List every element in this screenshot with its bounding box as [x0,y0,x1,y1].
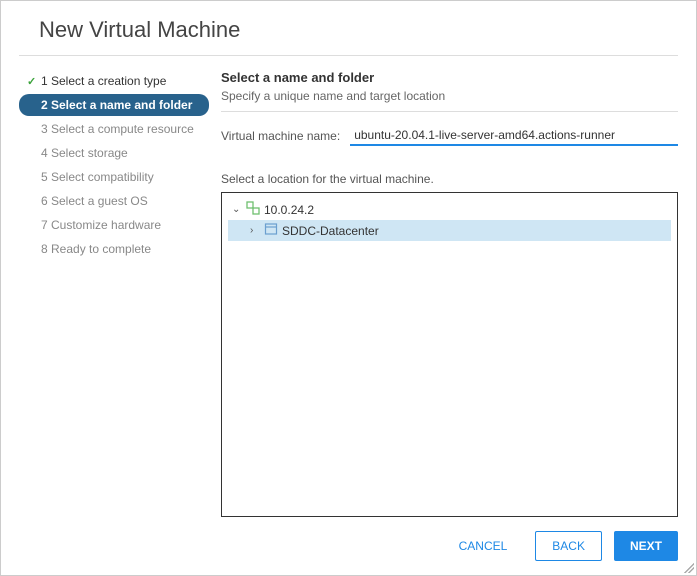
back-button[interactable]: BACK [535,531,602,561]
dialog-footer: CANCEL BACK NEXT [1,517,696,575]
panel-title: Select a name and folder [221,70,678,85]
step-label: 6 Select a guest OS [41,194,148,208]
tree-datacenter[interactable]: › SDDC-Datacenter [228,220,671,241]
step-label: 5 Select compatibility [41,170,154,184]
step-4: 4 Select storage [19,142,209,164]
step-8: 8 Ready to complete [19,238,209,260]
dialog-title: New Virtual Machine [39,17,658,43]
step-2[interactable]: 2 Select a name and folder [19,94,209,116]
step-label: 8 Ready to complete [41,242,151,256]
step-label: 3 Select a compute resource [41,122,194,136]
cancel-button[interactable]: CANCEL [443,531,524,561]
step-label: 7 Customize hardware [41,218,161,232]
resize-handle[interactable] [684,563,694,573]
wizard-steps: ✓ 1 Select a creation type 2 Select a na… [19,70,209,517]
step-label: 4 Select storage [41,146,128,160]
chevron-down-icon[interactable]: ⌄ [232,204,242,215]
tree-root-label: 10.0.24.2 [264,203,314,217]
step-label: 2 Select a name and folder [41,98,192,112]
vm-name-label: Virtual machine name: [221,129,340,143]
location-label: Select a location for the virtual machin… [221,172,678,186]
main-panel: Select a name and folder Specify a uniqu… [209,70,678,517]
divider [221,111,678,112]
step-5: 5 Select compatibility [19,166,209,188]
vm-name-row: Virtual machine name: [221,126,678,146]
chevron-right-icon[interactable]: › [250,225,260,236]
dialog-body: ✓ 1 Select a creation type 2 Select a na… [1,56,696,517]
vm-name-input[interactable] [350,126,678,146]
step-3: 3 Select a compute resource [19,118,209,140]
next-button[interactable]: NEXT [614,531,678,561]
step-1[interactable]: ✓ 1 Select a creation type [19,70,209,92]
new-vm-dialog: New Virtual Machine ✓ 1 Select a creatio… [0,0,697,576]
tree-root[interactable]: ⌄ 10.0.24.2 [228,199,671,220]
location-tree[interactable]: ⌄ 10.0.24.2 › SDDC-Datacenter [221,192,678,517]
dialog-header: New Virtual Machine [19,1,678,56]
datacenter-icon [264,222,278,239]
check-icon: ✓ [27,75,37,88]
step-7: 7 Customize hardware [19,214,209,236]
tree-datacenter-label: SDDC-Datacenter [282,224,379,238]
step-label: 1 Select a creation type [41,74,166,88]
step-6: 6 Select a guest OS [19,190,209,212]
host-icon [246,201,260,218]
panel-subtitle: Specify a unique name and target locatio… [221,89,678,103]
